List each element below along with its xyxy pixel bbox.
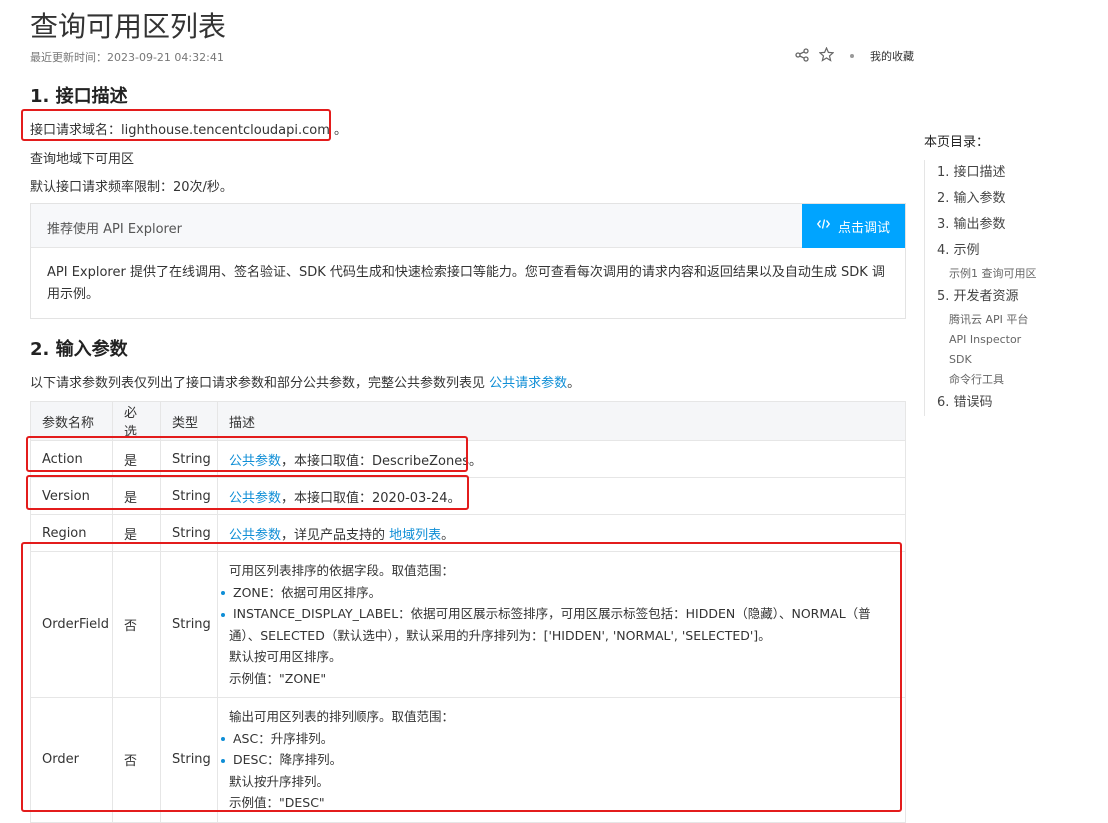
- param-type: String: [160, 697, 218, 823]
- param-type: String: [160, 551, 218, 698]
- param-name: Region: [30, 514, 113, 552]
- updated-label: 最近更新时间：: [30, 51, 107, 64]
- toc-item[interactable]: 5. 开发者资源: [937, 284, 1108, 310]
- table-row: Region 是 String 公共参数，详见产品支持的 地域列表。: [30, 514, 906, 552]
- api-explorer-body: API Explorer 提供了在线调用、签名验证、SDK 代码生成和快速检索接…: [47, 265, 885, 302]
- desc-line: 默认按可用区排序。: [229, 649, 342, 664]
- param-required: 是: [112, 440, 161, 478]
- toc-subitem[interactable]: SDK: [937, 350, 1108, 370]
- desc-bullet-item: ZONE：依据可用区排序。: [221, 582, 894, 604]
- table-header-row: 参数名称 必选 类型 描述: [30, 401, 906, 441]
- toc-item[interactable]: 2. 输入参数: [937, 186, 1108, 212]
- input-params-intro: 以下请求参数列表仅列出了接口请求参数和部分公共参数，完整公共参数列表见 公共请求…: [30, 372, 580, 391]
- heading-input-params: 2. 输入参数: [30, 339, 128, 360]
- bullet-icon: [221, 737, 225, 741]
- domain-line: 接口请求域名：lighthouse.tencentcloudapi.com 。: [30, 119, 347, 138]
- common-param-link[interactable]: 公共参数: [229, 454, 281, 469]
- favorites-link[interactable]: 我的收藏: [870, 48, 914, 64]
- desc-line: 可用区列表排序的依据字段。取值范围：: [229, 563, 455, 578]
- toc-item[interactable]: 6. 错误码: [937, 390, 1108, 416]
- toc-title: 本页目录：: [924, 135, 990, 150]
- toc-item[interactable]: 4. 示例: [937, 238, 1108, 264]
- table-row: Order 否 String 输出可用区列表的排列顺序。取值范围： ASC：升序…: [30, 697, 906, 823]
- param-name: Action: [30, 440, 113, 478]
- api-explorer-title: 推荐使用 API Explorer: [47, 222, 182, 237]
- desc-line: 输出可用区列表的排列顺序。取值范围：: [229, 709, 455, 724]
- toc-subitem[interactable]: API Inspector: [937, 330, 1108, 350]
- last-updated: 最近更新时间：2023-09-21 04:32:41: [30, 49, 224, 65]
- param-required: 是: [112, 477, 161, 515]
- param-type: String: [160, 477, 218, 515]
- desc-bullet-item: DESC：降序排列。: [221, 749, 894, 771]
- param-name: Order: [30, 697, 113, 823]
- toc-item[interactable]: 1. 接口描述: [937, 160, 1108, 186]
- param-description: 公共参数，本接口取值：DescribeZones。: [217, 440, 906, 478]
- toc-subitem[interactable]: 命令行工具: [937, 370, 1108, 390]
- page-actions: 我的收藏: [795, 46, 914, 65]
- api-explorer-header: 推荐使用 API Explorer: [31, 204, 905, 248]
- desc-line: 默认按升序排列。: [229, 773, 330, 789]
- desc-line: 示例值："ZONE": [229, 670, 327, 686]
- share-icon[interactable]: [795, 47, 809, 65]
- bullet-icon: [221, 591, 225, 595]
- desc-bullet-item: INSTANCE_DISPLAY_LABEL：依据可用区展示标签排序，可用区展示…: [221, 603, 894, 646]
- param-desc-text: ，详见产品支持的: [281, 527, 390, 543]
- param-required: 是: [112, 514, 161, 552]
- col-header-type: 类型: [160, 401, 218, 441]
- desc-line: 示例值："DESC": [229, 795, 325, 810]
- param-description: 可用区列表排序的依据字段。取值范围： ZONE：依据可用区排序。 INSTANC…: [217, 551, 906, 698]
- toc-subitem[interactable]: 腾讯云 API 平台: [937, 310, 1108, 330]
- page-toc: 本页目录： 1. 接口描述 2. 输入参数 3. 输出参数 4. 示例 示例1 …: [924, 131, 1108, 416]
- table-row: OrderField 否 String 可用区列表排序的依据字段。取值范围： Z…: [30, 551, 906, 698]
- table-row: Action 是 String 公共参数，本接口取值：DescribeZones…: [30, 440, 906, 478]
- col-header-required: 必选: [112, 401, 161, 441]
- param-description: 公共参数，本接口取值：2020-03-24。: [217, 477, 906, 515]
- col-header-description: 描述: [217, 401, 906, 441]
- separator-dot: [850, 54, 854, 58]
- debug-button[interactable]: 点击调试: [802, 204, 905, 248]
- intro-end: 。: [567, 376, 581, 391]
- desc-bullet-item: ASC：升序排列。: [221, 728, 894, 750]
- bullet-icon: [221, 758, 225, 763]
- table-row: Version 是 String 公共参数，本接口取值：2020-03-24。: [30, 477, 906, 515]
- param-type: String: [160, 514, 218, 552]
- debug-button-label: 点击调试: [837, 220, 890, 236]
- param-description: 输出可用区列表的排列顺序。取值范围： ASC：升序排列。 DESC：降序排列。 …: [217, 697, 906, 823]
- col-header-name: 参数名称: [30, 401, 113, 441]
- param-required: 否: [112, 551, 161, 698]
- rate-limit-text: 默认接口请求频率限制：20次/秒。: [30, 180, 233, 195]
- params-table: 参数名称 必选 类型 描述 Action 是 String 公共参数，本接口取值…: [30, 401, 906, 823]
- heading-interface-description: 1. 接口描述: [30, 86, 128, 107]
- bullet-icon: [221, 612, 225, 617]
- domain-label: 接口请求域名：: [30, 123, 122, 138]
- param-type: String: [160, 440, 218, 478]
- toc-list: 1. 接口描述 2. 输入参数 3. 输出参数 4. 示例 示例1 查询可用区 …: [924, 160, 1108, 416]
- common-param-link[interactable]: 公共参数: [229, 491, 281, 506]
- intro-text: 以下请求参数列表仅列出了接口请求参数和部分公共参数，完整公共参数列表见: [30, 376, 486, 391]
- param-desc-text: ，本接口取值：DescribeZones。: [281, 453, 483, 469]
- common-params-link[interactable]: 公共请求参数: [489, 376, 567, 391]
- updated-value: 2023-09-21 04:32:41: [107, 51, 224, 64]
- param-name: Version: [30, 477, 113, 515]
- param-description: 公共参数，详见产品支持的 地域列表。: [217, 514, 906, 552]
- param-required: 否: [112, 697, 161, 823]
- page-title: 查询可用区列表: [30, 10, 227, 43]
- api-explorer-panel: 推荐使用 API Explorer 点击调试 API Explorer 提供了在…: [30, 203, 906, 319]
- toc-item[interactable]: 3. 输出参数: [937, 212, 1108, 238]
- toc-subitem[interactable]: 示例1 查询可用区: [937, 264, 1108, 284]
- description-text: 查询地域下可用区: [30, 152, 135, 167]
- star-icon[interactable]: [818, 46, 835, 65]
- domain-suffix: 。: [329, 123, 348, 138]
- param-name: OrderField: [30, 551, 113, 698]
- param-desc-end: 。: [441, 527, 455, 543]
- common-param-link[interactable]: 公共参数: [229, 528, 281, 543]
- code-icon: [816, 218, 831, 234]
- domain-value: lighthouse.tencentcloudapi.com: [121, 123, 330, 138]
- param-desc-text: ，本接口取值：2020-03-24。: [281, 490, 461, 506]
- region-list-link[interactable]: 地域列表: [389, 528, 441, 543]
